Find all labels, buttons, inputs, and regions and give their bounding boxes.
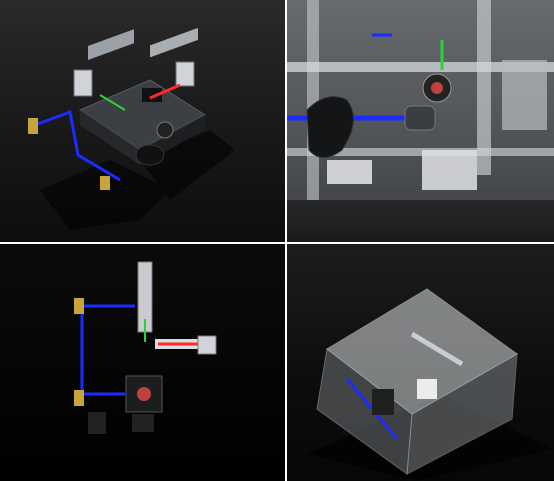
gamepad-icon bbox=[135, 144, 165, 166]
viewport-enclosure[interactable] bbox=[287, 244, 554, 481]
side-render bbox=[287, 0, 554, 200]
brass-mount-bottom bbox=[100, 176, 110, 190]
fiber-left bbox=[80, 306, 125, 396]
mount-tower-right bbox=[175, 61, 195, 87]
isometric-render bbox=[28, 27, 235, 230]
mount-block bbox=[88, 412, 106, 434]
brass-mount-left bbox=[28, 118, 38, 134]
objective-lens bbox=[404, 105, 436, 131]
mount-tower-left bbox=[73, 69, 93, 97]
internal-mount bbox=[417, 379, 437, 399]
rotation-stage bbox=[156, 121, 174, 139]
enclosure-render bbox=[307, 288, 552, 481]
brass-mount-top bbox=[74, 298, 84, 314]
optical-rail bbox=[88, 27, 198, 60]
viewport-top[interactable] bbox=[0, 244, 285, 481]
top-render bbox=[74, 261, 217, 434]
side-module bbox=[502, 60, 547, 130]
sample-disk bbox=[137, 387, 151, 401]
support-block-left bbox=[327, 160, 372, 184]
support-block-center bbox=[422, 150, 477, 190]
sample-disk bbox=[431, 82, 443, 94]
viewport-side[interactable] bbox=[287, 0, 554, 242]
internal-block bbox=[372, 389, 394, 415]
brass-mount-bottom bbox=[74, 390, 84, 406]
quad-viewport-grid bbox=[0, 0, 554, 481]
mount-tower-right bbox=[197, 335, 217, 355]
mount-block bbox=[132, 414, 154, 432]
enclosure-post-left bbox=[307, 0, 319, 200]
viewport-isometric[interactable] bbox=[0, 0, 285, 242]
